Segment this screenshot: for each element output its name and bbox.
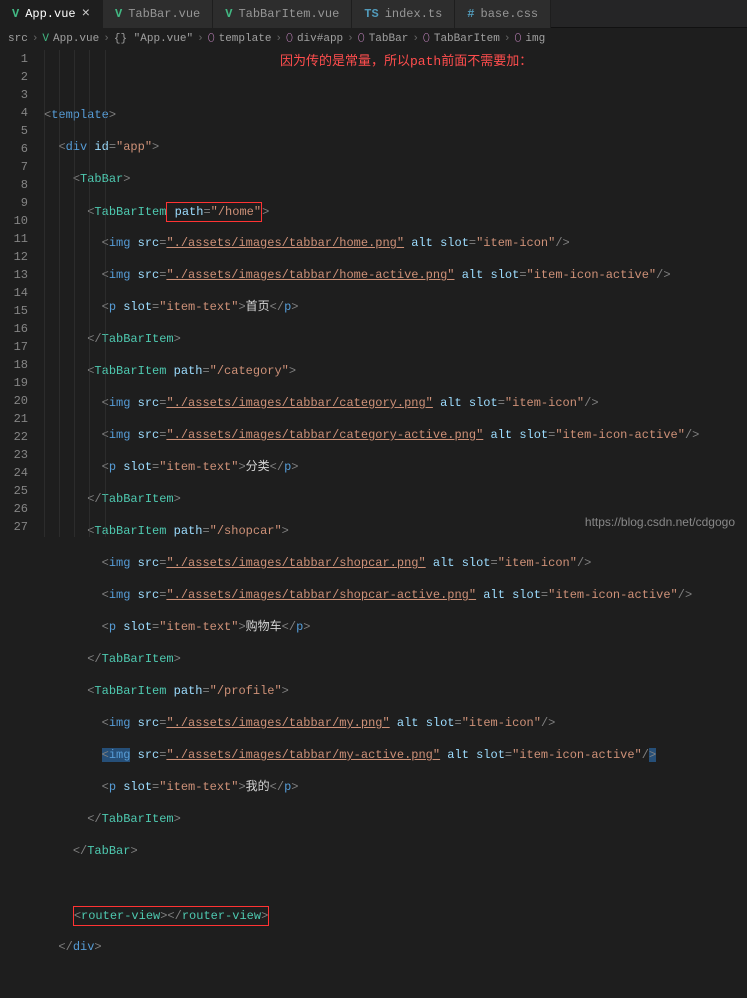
close-icon[interactable]: × bbox=[82, 6, 90, 22]
tab-bar: V App.vue × V TabBar.vue V TabBarItem.vu… bbox=[0, 0, 747, 28]
breadcrumb-item: src bbox=[8, 33, 28, 45]
chevron-right-icon: › bbox=[103, 33, 110, 45]
line-gutter: 1234567891011121314151617181920212223242… bbox=[0, 50, 40, 537]
breadcrumb-item: template bbox=[219, 33, 272, 45]
breadcrumb-item: App.vue bbox=[53, 33, 99, 45]
tab-label: TabBarItem.vue bbox=[238, 7, 339, 21]
vue-icon: V bbox=[12, 7, 19, 21]
breadcrumb-item: div#app bbox=[297, 33, 343, 45]
vue-icon: V bbox=[225, 7, 232, 21]
tab-tabbar-vue[interactable]: V TabBar.vue bbox=[103, 0, 213, 28]
tab-label: base.css bbox=[481, 7, 539, 21]
tab-tabbaritem-vue[interactable]: V TabBarItem.vue bbox=[213, 0, 352, 28]
tag-icon: ⬯ bbox=[423, 33, 430, 45]
chevron-right-icon: › bbox=[504, 33, 511, 45]
annotation-text: 因为传的是常量，所以path前面不需要加： bbox=[280, 50, 532, 69]
highlight-box: <router-view></router-view> bbox=[73, 906, 269, 926]
breadcrumb-item: img bbox=[525, 33, 545, 45]
vue-icon: V bbox=[115, 7, 122, 21]
vue-icon: V bbox=[42, 33, 49, 45]
watermark: https://blog.csdn.net/cdgogo bbox=[585, 515, 735, 529]
code-area[interactable]: 因为传的是常量，所以path前面不需要加： <template> <div id… bbox=[40, 50, 747, 537]
tag-icon: ⬯ bbox=[514, 33, 521, 45]
tab-app-vue[interactable]: V App.vue × bbox=[0, 0, 103, 28]
breadcrumb-item: TabBar bbox=[369, 33, 409, 45]
tab-label: TabBar.vue bbox=[128, 7, 200, 21]
chevron-right-icon: › bbox=[32, 33, 39, 45]
tab-base-css[interactable]: # base.css bbox=[455, 0, 551, 28]
breadcrumb-item: {} "App.vue" bbox=[114, 33, 193, 45]
code-editor[interactable]: 1234567891011121314151617181920212223242… bbox=[0, 50, 747, 537]
chevron-right-icon: › bbox=[347, 33, 354, 45]
tab-index-ts[interactable]: TS index.ts bbox=[352, 0, 455, 28]
tag-icon: ⬯ bbox=[358, 33, 365, 45]
chevron-right-icon: › bbox=[275, 33, 282, 45]
breadcrumb-item: TabBarItem bbox=[434, 33, 500, 45]
tag-icon: ⬯ bbox=[286, 33, 293, 45]
css-icon: # bbox=[467, 7, 474, 21]
breadcrumb[interactable]: src › V App.vue › {} "App.vue" › ⬯ templ… bbox=[0, 28, 747, 50]
highlight-box: path="/home" bbox=[166, 202, 262, 222]
tag-icon: ⬯ bbox=[208, 33, 215, 45]
ts-icon: TS bbox=[364, 7, 378, 21]
chevron-right-icon: › bbox=[197, 33, 204, 45]
tab-label: index.ts bbox=[385, 7, 443, 21]
chevron-right-icon: › bbox=[412, 33, 419, 45]
tab-label: App.vue bbox=[25, 7, 75, 21]
